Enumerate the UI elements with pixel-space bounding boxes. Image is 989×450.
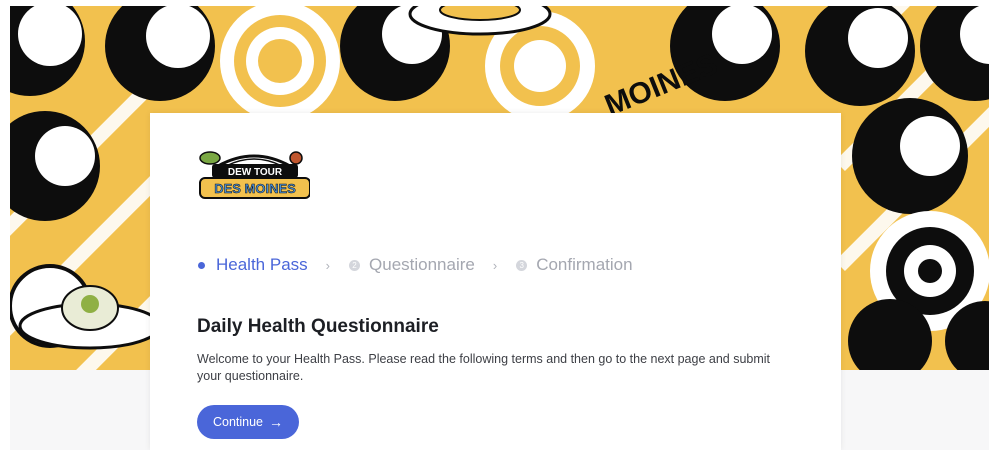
progress-steps: Health Pass › 2 Questionnaire › 3 Confir… bbox=[198, 255, 633, 275]
continue-button-label: Continue bbox=[212, 415, 264, 429]
active-step-dot-icon bbox=[198, 261, 205, 269]
step-label: Confirmation bbox=[536, 255, 633, 274]
step-number-badge: 3 bbox=[516, 259, 528, 271]
page-title: Daily Health Questionnaire bbox=[197, 316, 439, 337]
logo-line2: DES MOINES bbox=[214, 181, 296, 196]
dew-tour-logo: DEW TOUR DES MOINES bbox=[198, 148, 311, 200]
step-number-badge: 2 bbox=[349, 259, 361, 271]
chevron-right-icon: › bbox=[325, 257, 331, 273]
step-confirmation[interactable]: 3 Confirmation bbox=[516, 255, 633, 275]
page-description: Welcome to your Health Pass. Please read… bbox=[197, 352, 771, 383]
step-questionnaire[interactable]: 2 Questionnaire bbox=[349, 255, 475, 275]
step-health-pass[interactable]: Health Pass bbox=[198, 255, 308, 275]
logo-line1: DEW TOUR bbox=[228, 167, 283, 178]
chevron-right-icon: › bbox=[492, 257, 498, 273]
health-pass-card: DEW TOUR DES MOINES Health Pass › 2 Ques… bbox=[150, 113, 841, 450]
arrow-right-icon: → bbox=[269, 414, 284, 430]
continue-button[interactable]: Continue → bbox=[197, 405, 299, 439]
step-label: Questionnaire bbox=[369, 255, 475, 274]
step-label: Health Pass bbox=[216, 255, 308, 274]
